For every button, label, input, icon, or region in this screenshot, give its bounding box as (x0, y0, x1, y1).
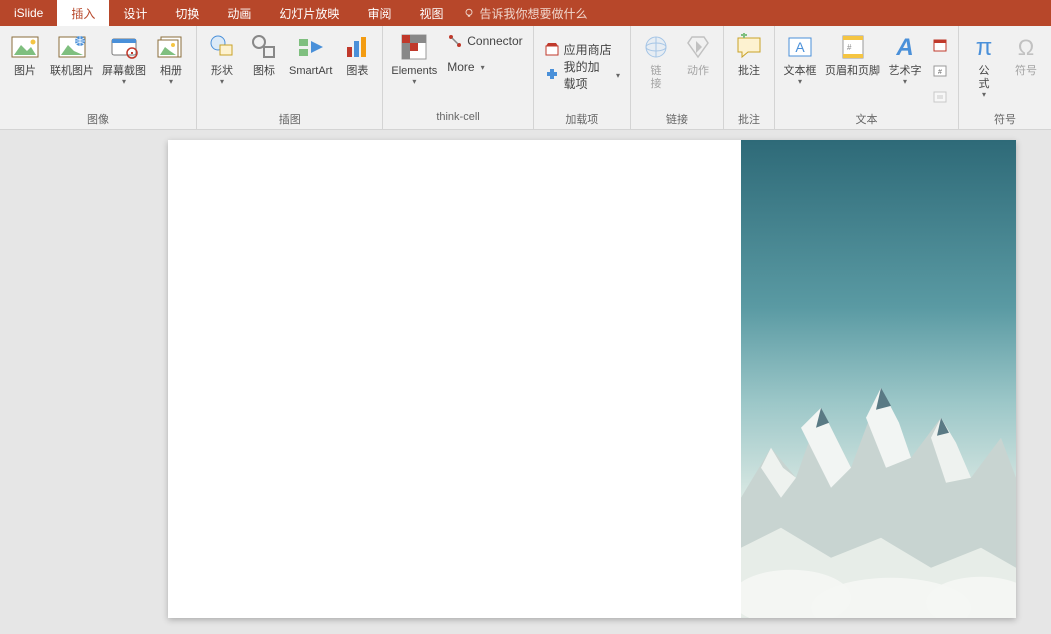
symbol-icon: Ω (1009, 30, 1043, 64)
group-addins: 应用商店 我的加载项▾ 加载项 (534, 26, 631, 129)
store-icon (544, 41, 560, 57)
group-label-symbols: 符号 (959, 111, 1051, 129)
group-thinkcell: Elements ▾ Connector More▾ think-cell (383, 26, 533, 129)
chevron-down-icon: ▾ (903, 77, 907, 86)
tab-transition[interactable]: 切换 (161, 0, 213, 26)
smartart-icon (294, 30, 328, 64)
ribbon-tabstrip: iSlide 插入 设计 切换 动画 幻灯片放映 审阅 视图 告诉我你想要做什么 (0, 0, 1051, 26)
group-symbols: π 公 式 ▾ Ω 符号 符号 (959, 26, 1051, 129)
screenshot-button[interactable]: 屏幕截图 ▾ (98, 28, 150, 88)
chevron-down-icon: ▾ (798, 77, 802, 86)
online-pictures-button[interactable]: 联机图片 (46, 28, 98, 80)
comment-icon (732, 30, 766, 64)
group-links: 链 接 动作 链接 (631, 26, 724, 129)
chevron-down-icon: ▾ (982, 90, 986, 99)
header-footer-icon: # (836, 30, 870, 64)
equation-icon: π (967, 30, 1001, 64)
chevron-down-icon: ▾ (616, 71, 620, 80)
header-footer-button[interactable]: # 页眉和页脚 (821, 28, 884, 80)
icons-button[interactable]: 图标 (243, 28, 285, 80)
object-button[interactable] (932, 86, 948, 108)
new-comment-button[interactable]: 批注 (728, 28, 770, 80)
hyperlink-button[interactable]: 链 接 (635, 28, 677, 93)
elements-button[interactable]: Elements ▾ (387, 28, 441, 88)
mountain-illustration (741, 331, 1016, 618)
lightbulb-icon (463, 7, 475, 19)
screenshot-icon (107, 30, 141, 64)
wordart-icon: A (888, 30, 922, 64)
pictures-button[interactable]: 图片 (4, 28, 46, 80)
picture-icon (8, 30, 42, 64)
equation-button[interactable]: π 公 式 ▾ (963, 28, 1005, 101)
tell-me[interactable]: 告诉我你想要做什么 (463, 0, 587, 26)
group-label-text: 文本 (775, 111, 958, 129)
slide-number-button[interactable]: # (932, 60, 948, 82)
tab-design[interactable]: 设计 (109, 0, 161, 26)
group-label-comments: 批注 (724, 111, 774, 129)
wordart-button[interactable]: A 艺术字 ▾ (884, 28, 926, 88)
group-text: A 文本框 ▾ # 页眉和页脚 A 艺术字 ▾ # 文本 (775, 26, 959, 129)
slidenum-icon: # (932, 63, 948, 79)
svg-text:A: A (895, 34, 913, 61)
group-label-addins: 加载项 (534, 111, 630, 129)
group-image: 图片 联机图片 屏幕截图 ▾ 相册 ▾ 图像 (0, 26, 197, 129)
thinkcell-more-button[interactable]: More▾ (447, 56, 522, 78)
object-icon (932, 89, 948, 105)
action-button[interactable]: 动作 (677, 28, 719, 80)
album-icon (154, 30, 188, 64)
slide-image-mountain[interactable] (741, 140, 1016, 618)
svg-text:Ω: Ω (1018, 35, 1034, 60)
symbol-button[interactable]: Ω 符号 (1005, 28, 1047, 80)
chart-icon (340, 30, 374, 64)
icons-icon (247, 30, 281, 64)
group-label-thinkcell: think-cell (383, 111, 532, 129)
chevron-down-icon: ▾ (412, 77, 416, 86)
addin-icon (544, 67, 560, 83)
my-addins-button[interactable]: 我的加载项▾ (544, 64, 620, 86)
link-icon (639, 30, 673, 64)
smartart-button[interactable]: SmartArt (285, 28, 336, 80)
photo-album-button[interactable]: 相册 ▾ (150, 28, 192, 88)
chevron-down-icon: ▾ (169, 77, 173, 86)
slide-canvas[interactable] (0, 130, 1051, 634)
shapes-button[interactable]: 形状 ▾ (201, 28, 243, 88)
textbox-button[interactable]: A 文本框 ▾ (779, 28, 821, 88)
store-button[interactable]: 应用商店 (544, 38, 620, 60)
ribbon: 图片 联机图片 屏幕截图 ▾ 相册 ▾ 图像 形状 ▾ (0, 26, 1051, 130)
tab-view[interactable]: 视图 (405, 0, 457, 26)
group-illustration: 形状 ▾ 图标 SmartArt 图表 插图 (197, 26, 383, 129)
tab-animation[interactable]: 动画 (213, 0, 265, 26)
tab-insert[interactable]: 插入 (57, 0, 109, 26)
group-label-illustration: 插图 (197, 111, 382, 129)
chevron-down-icon: ▾ (220, 77, 224, 86)
online-picture-icon (55, 30, 89, 64)
group-label-image: 图像 (0, 111, 196, 129)
svg-text:A: A (795, 39, 805, 55)
svg-text:#: # (938, 69, 942, 76)
chart-button[interactable]: 图表 (336, 28, 378, 80)
tab-review[interactable]: 审阅 (353, 0, 405, 26)
group-comments: 批注 批注 (724, 26, 775, 129)
tell-me-label: 告诉我你想要做什么 (479, 5, 587, 22)
slide[interactable] (168, 140, 1016, 618)
datetime-icon (932, 37, 948, 53)
tab-islide[interactable]: iSlide (0, 0, 57, 26)
action-icon (681, 30, 715, 64)
tab-slideshow[interactable]: 幻灯片放映 (265, 0, 353, 26)
elements-icon (397, 30, 431, 64)
textbox-icon: A (783, 30, 817, 64)
chevron-down-icon: ▾ (481, 63, 485, 72)
group-label-links: 链接 (631, 111, 723, 129)
thinkcell-connector-button[interactable]: Connector (447, 30, 522, 52)
chevron-down-icon: ▾ (122, 77, 126, 86)
shapes-icon (205, 30, 239, 64)
connector-icon (447, 33, 463, 49)
svg-text:#: # (847, 43, 852, 52)
date-time-button[interactable] (932, 34, 948, 56)
svg-text:π: π (976, 34, 993, 61)
